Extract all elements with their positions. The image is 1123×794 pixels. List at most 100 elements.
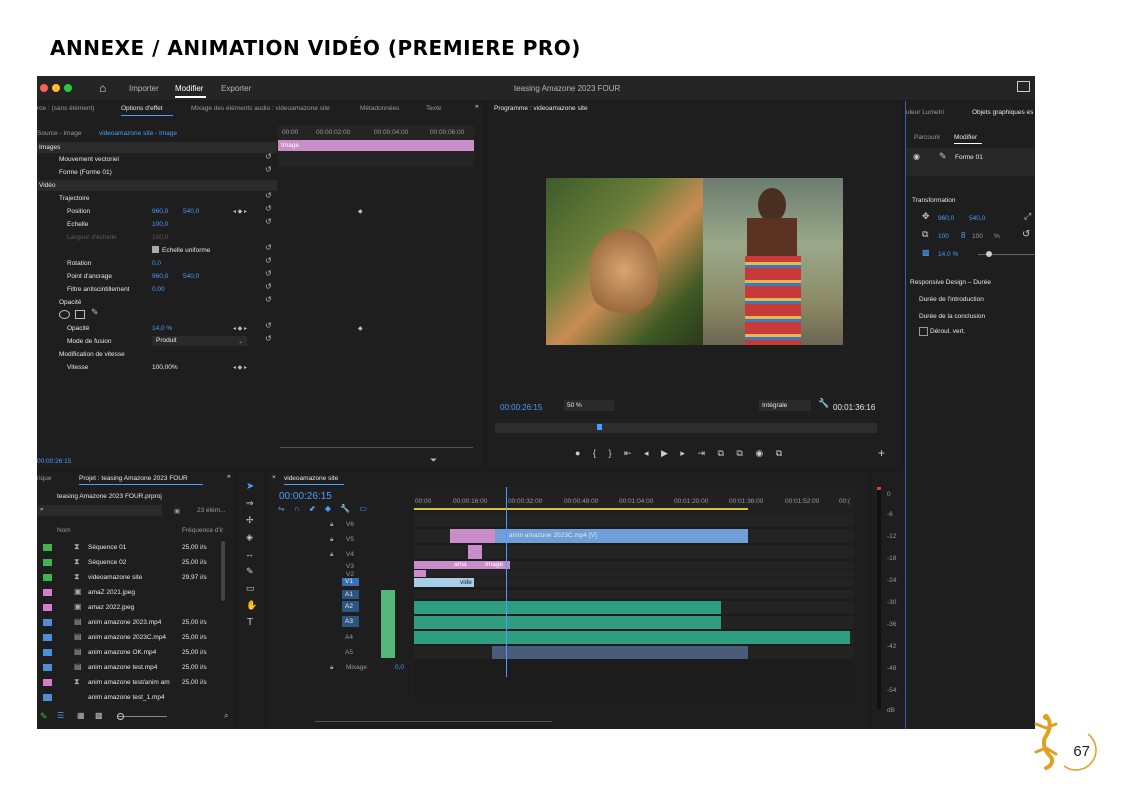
quality-dropdown[interactable]: Intégrale bbox=[759, 400, 811, 411]
pos-y-value[interactable]: 540,0 bbox=[969, 215, 985, 222]
list-view-icon[interactable]: ☰ bbox=[57, 711, 64, 720]
track-v2[interactable] bbox=[414, 570, 854, 577]
lock-icon[interactable]: 🔒︎ bbox=[330, 664, 333, 672]
anchor-x-value[interactable]: 960,0 bbox=[152, 273, 168, 280]
playhead-line[interactable] bbox=[506, 487, 507, 677]
property-label[interactable]: Rotation bbox=[67, 260, 91, 267]
freeform-view-icon[interactable]: ▩ bbox=[95, 711, 103, 720]
reset-icon[interactable]: ↺ bbox=[265, 334, 272, 343]
pen-tool-icon[interactable]: ✎ bbox=[246, 566, 254, 577]
maximize-window-button[interactable] bbox=[64, 84, 72, 92]
lock-icon[interactable]: 🔒︎ bbox=[330, 536, 333, 544]
tab-metadata[interactable]: Métadonnées bbox=[360, 105, 399, 112]
list-item[interactable]: ▤ anim amazone 2023.mp4 25,00 i/s bbox=[37, 616, 222, 630]
reset-icon[interactable]: ↺ bbox=[265, 217, 272, 226]
reset-icon[interactable]: ↺ bbox=[265, 269, 272, 278]
list-item[interactable]: ▤ anim amazone test.mp4 25,00 i/s bbox=[37, 661, 222, 675]
rotate-icon[interactable]: ↺ bbox=[1022, 229, 1030, 240]
reset-icon[interactable]: ↺ bbox=[265, 243, 272, 252]
property-label[interactable]: Point d'ancrage bbox=[67, 273, 112, 280]
icon-view-icon[interactable]: ▦ bbox=[77, 711, 85, 720]
list-item[interactable]: ▤ anim amazone OK.mp4 25,00 i/s bbox=[37, 646, 222, 660]
anchor-icon[interactable]: ⤢ bbox=[1024, 211, 1031, 222]
zoom-slider[interactable] bbox=[117, 713, 167, 720]
mute-buttons[interactable] bbox=[381, 590, 395, 658]
scroll-checkbox[interactable] bbox=[919, 327, 928, 336]
timeline-scrollbar[interactable] bbox=[315, 721, 552, 722]
keyframe-nav-icon[interactable]: ◂ ◆ ▸ bbox=[233, 364, 247, 371]
rectangle-tool-icon[interactable]: ▭ bbox=[246, 583, 255, 594]
col-name[interactable]: Nom bbox=[57, 527, 71, 534]
menu-exporter[interactable]: Exporter bbox=[221, 84, 251, 93]
ripple-edit-tool-icon[interactable]: ✢ bbox=[246, 515, 254, 526]
transport-controls[interactable]: ● { } ⇤ ◂ ▶ ▸ ⇥ ⧉ ⧉ ◉ ⧉ bbox=[575, 448, 782, 459]
share-icon[interactable] bbox=[1017, 81, 1030, 92]
property-label[interactable]: Mouvement vectoriel bbox=[59, 156, 119, 163]
track-a3-target[interactable]: A3 bbox=[342, 616, 359, 627]
link-icon[interactable]: 8 bbox=[961, 231, 965, 240]
list-item[interactable]: ⧗ Séquence 02 25,00 i/s bbox=[37, 556, 222, 570]
property-label[interactable]: Opacité bbox=[59, 299, 81, 306]
scale2-value[interactable]: 100 bbox=[972, 233, 983, 240]
property-label[interactable]: Modification de vitesse bbox=[59, 351, 125, 358]
tab-text[interactable]: Texte bbox=[426, 105, 442, 112]
slip-tool-icon[interactable]: ↔ bbox=[245, 549, 254, 559]
lock-icon[interactable]: 🔒︎ bbox=[330, 551, 333, 559]
subtab-browse[interactable]: Parcourir bbox=[914, 134, 940, 141]
reset-icon[interactable]: ↺ bbox=[265, 191, 272, 200]
sequence-label[interactable]: videoamazone site - Image bbox=[99, 130, 177, 137]
menu-importer[interactable]: Importer bbox=[129, 84, 159, 93]
property-label[interactable]: Forme (Forme 01) bbox=[59, 169, 112, 176]
keyframe-nav-icon[interactable]: ◂ ◆ ▸ bbox=[233, 325, 247, 332]
clip-main[interactable]: anim amazone 2023C.mp4 [V] bbox=[495, 529, 748, 543]
selection-tool-icon[interactable]: ➤ bbox=[246, 481, 254, 492]
search-input[interactable]: ⌕ bbox=[37, 505, 162, 516]
search-icon[interactable]: ⌕ bbox=[224, 711, 228, 721]
position-x-value[interactable]: 960,0 bbox=[152, 208, 168, 215]
more-tabs-icon[interactable]: » bbox=[475, 103, 479, 110]
property-label[interactable]: Opacité bbox=[67, 325, 89, 332]
clip-pink[interactable] bbox=[468, 545, 482, 559]
tab-effect-options[interactable]: Options d'effet bbox=[121, 105, 163, 112]
razor-tool-icon[interactable]: ◈ bbox=[246, 532, 253, 543]
opacity-value-right[interactable]: 14,0 % bbox=[938, 251, 958, 258]
tab-source[interactable]: rce : (sans élément) bbox=[37, 105, 94, 112]
list-item[interactable]: anim amazone test_1.mp4 bbox=[37, 691, 222, 701]
effect-timeline[interactable]: 00:00 00:00:02:00 00:00:04:00 00:00:06:0… bbox=[278, 125, 474, 167]
track-a2-target[interactable]: A2 bbox=[342, 601, 359, 612]
tab-history[interactable]: rique bbox=[37, 475, 51, 482]
clip-v1[interactable]: vide bbox=[414, 578, 474, 587]
reset-icon[interactable]: ↺ bbox=[265, 256, 272, 265]
keyframe-nav-icon[interactable]: ◂ ◆ ▸ bbox=[233, 208, 247, 215]
reset-icon[interactable]: ↺ bbox=[265, 204, 272, 213]
opacity-value[interactable]: 14,0 % bbox=[152, 325, 172, 332]
new-bin-icon[interactable]: ▣ bbox=[174, 507, 180, 515]
clip-pink[interactable]: ama Image bbox=[414, 561, 510, 569]
track-a1[interactable] bbox=[414, 590, 854, 599]
property-label[interactable]: Echelle uniforme bbox=[162, 247, 210, 254]
list-item[interactable]: ▣ amaz 2022.jpeg bbox=[37, 601, 222, 615]
zoom-slider-handle[interactable] bbox=[117, 713, 124, 720]
rotation-value[interactable]: 0,0 bbox=[152, 260, 161, 267]
uniform-scale-checkbox[interactable] bbox=[152, 246, 159, 253]
add-button-icon[interactable]: + bbox=[878, 446, 885, 460]
effect-clip-bar[interactable]: Image bbox=[278, 140, 474, 151]
antiflicker-value[interactable]: 0,00 bbox=[152, 286, 165, 293]
tab-graphics[interactable]: Objets graphiques es bbox=[972, 109, 1033, 116]
pos-x-value[interactable]: 960,0 bbox=[938, 215, 954, 222]
audio-clip[interactable] bbox=[414, 601, 721, 614]
timeline-timecode[interactable]: 00:00:26:15 bbox=[279, 491, 332, 502]
scale-value-right[interactable]: 100 bbox=[938, 233, 949, 240]
rectangle-mask-icon[interactable] bbox=[75, 310, 85, 319]
audio-clip[interactable] bbox=[492, 646, 748, 659]
keyframe-marker[interactable]: ◆ bbox=[358, 208, 363, 215]
opacity-slider[interactable] bbox=[978, 251, 1035, 257]
reset-icon[interactable]: ↺ bbox=[265, 165, 272, 174]
filter-icon[interactable]: ⏷ bbox=[430, 455, 437, 466]
pencil-icon[interactable]: ✎ bbox=[40, 711, 48, 722]
col-rate[interactable]: Fréquence d'ir bbox=[182, 527, 223, 534]
audio-clip[interactable] bbox=[414, 616, 721, 629]
work-area-bar[interactable] bbox=[414, 508, 748, 510]
list-item[interactable]: ⧗ Séquence 01 25,00 i/s bbox=[37, 541, 222, 555]
property-label[interactable]: Filtre antiscintillement bbox=[67, 286, 130, 293]
